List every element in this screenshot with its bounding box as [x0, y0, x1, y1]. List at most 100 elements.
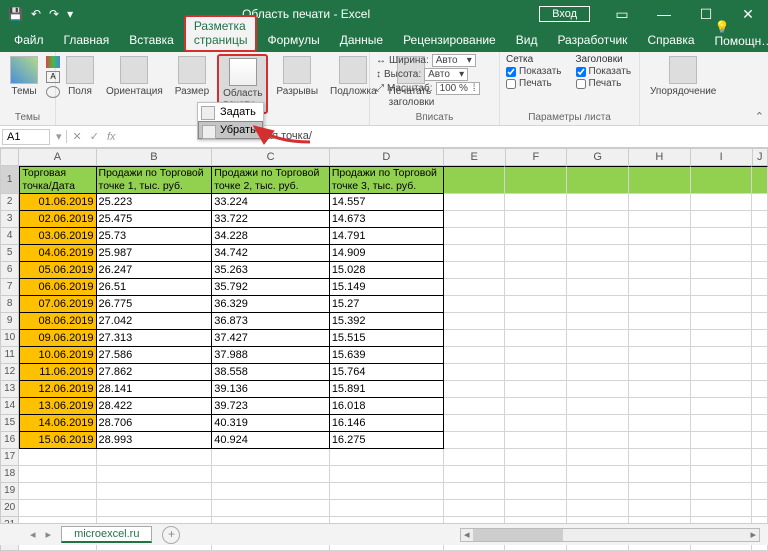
row-header[interactable]: 16	[0, 432, 19, 449]
cell[interactable]	[444, 432, 506, 449]
cell[interactable]	[567, 449, 629, 466]
row-header[interactable]: 10	[0, 330, 19, 347]
cell[interactable]	[691, 262, 753, 279]
cell[interactable]	[752, 449, 768, 466]
col-header-C[interactable]: C	[212, 148, 330, 166]
cell[interactable]: 08.06.2019	[19, 313, 96, 330]
cell[interactable]: 03.06.2019	[19, 228, 96, 245]
minimize-icon[interactable]: —	[644, 6, 684, 22]
row-header[interactable]: 6	[0, 262, 19, 279]
cell[interactable]	[691, 500, 753, 517]
cell[interactable]	[212, 466, 330, 483]
cell[interactable]	[505, 466, 567, 483]
cell[interactable]	[691, 364, 753, 381]
cell[interactable]	[444, 364, 506, 381]
tab-data[interactable]: Данные	[330, 29, 393, 52]
cell[interactable]: 36.873	[212, 313, 330, 330]
row-header[interactable]: 15	[0, 415, 19, 432]
cell[interactable]	[691, 381, 753, 398]
cell[interactable]	[691, 194, 753, 211]
cell[interactable]	[505, 228, 567, 245]
cell[interactable]	[505, 194, 567, 211]
cell[interactable]: 13.06.2019	[19, 398, 96, 415]
cell[interactable]	[629, 449, 691, 466]
cell[interactable]: 14.673	[330, 211, 444, 228]
cell[interactable]	[752, 415, 768, 432]
cell[interactable]	[567, 194, 629, 211]
col-header-E[interactable]: E	[444, 148, 506, 166]
cell[interactable]: 15.891	[330, 381, 444, 398]
headings-print-check[interactable]	[576, 79, 586, 89]
row-header[interactable]: 17	[0, 449, 19, 466]
cell[interactable]	[505, 381, 567, 398]
cell[interactable]	[567, 483, 629, 500]
cell[interactable]	[752, 313, 768, 330]
cell[interactable]	[19, 500, 96, 517]
cell[interactable]: 39.723	[212, 398, 330, 415]
name-box[interactable]: A1	[2, 129, 50, 145]
cell[interactable]: 27.586	[97, 347, 213, 364]
save-icon[interactable]: 💾	[8, 7, 23, 21]
cell[interactable]: 36.329	[212, 296, 330, 313]
cell[interactable]	[691, 330, 753, 347]
gridlines-view-check[interactable]	[506, 67, 516, 77]
cell[interactable]: 15.06.2019	[19, 432, 96, 449]
cell[interactable]	[567, 211, 629, 228]
cell[interactable]	[752, 500, 768, 517]
cell[interactable]	[567, 432, 629, 449]
sheet-tab[interactable]: microexcel.ru	[61, 526, 152, 543]
cell[interactable]	[629, 500, 691, 517]
cell[interactable]	[567, 500, 629, 517]
cell[interactable]: 15.764	[330, 364, 444, 381]
cell[interactable]	[629, 313, 691, 330]
cell[interactable]	[629, 194, 691, 211]
tab-view[interactable]: Вид	[506, 29, 548, 52]
cell[interactable]: 28.706	[97, 415, 213, 432]
cell[interactable]	[567, 364, 629, 381]
row-header[interactable]: 20	[0, 500, 19, 517]
enter-fx-icon[interactable]: ✓	[90, 130, 99, 143]
cell[interactable]	[505, 245, 567, 262]
cell[interactable]	[691, 347, 753, 364]
tab-file[interactable]: Файл	[4, 29, 54, 52]
row-header[interactable]: 18	[0, 466, 19, 483]
cell[interactable]	[752, 228, 768, 245]
cell[interactable]	[505, 415, 567, 432]
cell[interactable]	[444, 245, 506, 262]
cell[interactable]: 15.27	[330, 296, 444, 313]
margins-button[interactable]: Поля	[62, 54, 98, 99]
cell[interactable]: 15.639	[330, 347, 444, 364]
cell[interactable]: 25.73	[97, 228, 213, 245]
cell[interactable]	[567, 262, 629, 279]
cell[interactable]: 25.987	[97, 245, 213, 262]
cell[interactable]: Продажи по Торговой точке 1, тыс. руб.	[97, 166, 213, 194]
cell[interactable]	[629, 296, 691, 313]
cell[interactable]	[444, 279, 506, 296]
cell[interactable]	[97, 500, 213, 517]
cell[interactable]: 25.223	[97, 194, 213, 211]
cell[interactable]	[752, 347, 768, 364]
cell[interactable]: 38.558	[212, 364, 330, 381]
tab-review[interactable]: Рецензирование	[393, 29, 506, 52]
col-header-I[interactable]: I	[691, 148, 753, 166]
cell[interactable]	[505, 296, 567, 313]
cell[interactable]: 26.247	[97, 262, 213, 279]
cell[interactable]: 16.018	[330, 398, 444, 415]
cell[interactable]	[629, 228, 691, 245]
cell[interactable]	[691, 166, 753, 194]
cell[interactable]	[752, 364, 768, 381]
cell[interactable]	[444, 398, 506, 415]
undo-icon[interactable]: ↶	[31, 7, 41, 21]
spreadsheet-grid[interactable]: ABCDEFGHIJ 1Торговая точка/ДатаПродажи п…	[0, 148, 768, 551]
cell[interactable]: 35.263	[212, 262, 330, 279]
cell[interactable]	[629, 262, 691, 279]
cell[interactable]: 26.775	[97, 296, 213, 313]
row-header[interactable]: 5	[0, 245, 19, 262]
cell[interactable]	[505, 347, 567, 364]
cell[interactable]	[629, 381, 691, 398]
cell[interactable]	[444, 381, 506, 398]
cell[interactable]	[505, 313, 567, 330]
cell[interactable]	[19, 466, 96, 483]
cell[interactable]	[567, 279, 629, 296]
cell[interactable]	[752, 296, 768, 313]
